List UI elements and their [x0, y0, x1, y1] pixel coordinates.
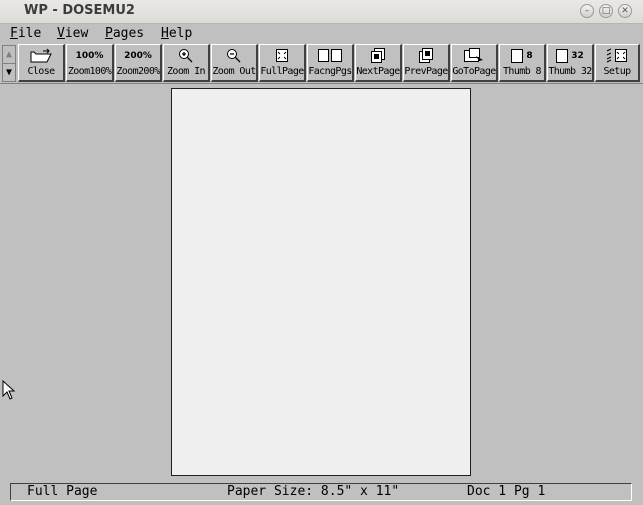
print-preview-area[interactable]	[0, 84, 643, 482]
status-position: Doc 1 Pg 1	[467, 484, 546, 499]
menu-bar: File View Pages Help	[0, 24, 643, 43]
facing-pages-icon	[308, 47, 352, 64]
maximize-icon[interactable]: □	[599, 4, 613, 18]
button-bar: ▲ ▼ Close 100% Zoom100% 200% Zoom200% Zo…	[0, 43, 643, 84]
button-bar-scroll: ▲ ▼	[2, 45, 16, 82]
thumb-32-button[interactable]: 32 Thumb 32	[547, 44, 594, 82]
full-page-button[interactable]: FullPage	[259, 44, 306, 82]
setup-icon	[596, 47, 638, 64]
goto-page-button[interactable]: GoToPage	[451, 44, 498, 82]
next-page-icon	[356, 47, 400, 64]
mouse-pointer-icon	[2, 379, 16, 404]
menu-file[interactable]: File	[10, 26, 41, 41]
page-preview[interactable]	[171, 88, 471, 476]
status-mode: Full Page	[27, 484, 98, 499]
scroll-up-icon[interactable]: ▲	[3, 46, 15, 64]
zoom-200-icon: 200%	[124, 50, 152, 61]
menu-view[interactable]: View	[57, 26, 88, 41]
next-page-button[interactable]: NextPage	[355, 44, 402, 82]
full-page-icon	[260, 47, 304, 64]
minimize-icon[interactable]: –	[580, 4, 594, 18]
close-button[interactable]: Close	[18, 44, 65, 82]
scroll-down-icon[interactable]: ▼	[3, 64, 15, 81]
menu-help[interactable]: Help	[161, 26, 192, 41]
zoom-100-icon: 100%	[75, 50, 104, 61]
folder-close-icon	[19, 47, 63, 64]
zoom-in-button[interactable]: Zoom In	[163, 44, 210, 82]
title-bar: WP - DOSEMU2 – □ ✕	[0, 0, 643, 24]
thumb-8-icon: 8	[500, 47, 544, 64]
close-icon[interactable]: ✕	[618, 4, 632, 18]
prev-page-button[interactable]: PrevPage	[403, 44, 450, 82]
zoom-in-icon	[164, 47, 208, 64]
thumb-8-button[interactable]: 8 Thumb 8	[499, 44, 546, 82]
thumb-32-icon: 32	[548, 47, 592, 64]
status-bar: Full Page Paper Size: 8.5" x 11" Doc 1 P…	[10, 483, 632, 501]
window-title: WP - DOSEMU2	[24, 3, 135, 18]
setup-button[interactable]: Setup	[595, 44, 640, 82]
facing-pages-button[interactable]: FacngPgs	[307, 44, 354, 82]
zoom-out-icon	[212, 47, 256, 64]
status-paper-size: Paper Size: 8.5" x 11"	[227, 484, 400, 499]
zoom-out-button[interactable]: Zoom Out	[211, 44, 258, 82]
zoom-200-button[interactable]: 200% Zoom200%	[115, 44, 162, 82]
menu-pages[interactable]: Pages	[105, 26, 144, 41]
prev-page-icon	[404, 47, 448, 64]
goto-page-icon	[452, 47, 496, 64]
zoom-100-button[interactable]: 100% Zoom100%	[66, 44, 114, 82]
